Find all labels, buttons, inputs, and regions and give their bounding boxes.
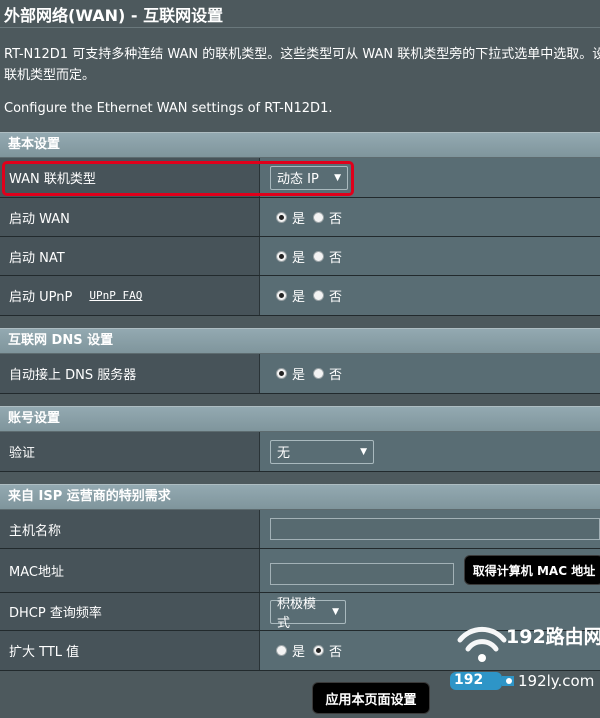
ttl-radios: 是 否 [270, 641, 342, 660]
mac-label: MAC地址 [0, 549, 260, 592]
description-line-1: RT-N12D1 可支持多种连结 WAN 的联机类型。这些类型可从 WAN 联机… [4, 47, 600, 62]
enable-nat-label: 启动 NAT [0, 237, 260, 275]
highlight-box [2, 161, 354, 196]
ttl-no-label: 否 [329, 645, 343, 660]
description-english: Configure the Ethernet WAN settings of R… [4, 101, 333, 116]
hostname-cell [260, 510, 600, 548]
auth-label: 验证 [0, 432, 260, 471]
enable-wan-radios: 是 否 [270, 208, 342, 227]
row-auth: 验证 无 ▼ [0, 432, 600, 472]
enable-wan-yes-label: 是 [292, 211, 306, 227]
enable-upnp-radios: 是 否 [270, 286, 342, 305]
auto-dns-cell: 是 否 [260, 354, 600, 393]
dhcp-select[interactable]: 积极模式 ▼ [270, 597, 346, 631]
enable-upnp-no-radio[interactable] [313, 290, 325, 301]
ttl-yes-radio[interactable] [276, 645, 287, 656]
apply-button[interactable]: 应用本页面设置 [312, 682, 430, 714]
chevron-down-icon: ▼ [360, 446, 367, 457]
get-mac-button[interactable]: 取得计算机 MAC 地址 [464, 555, 600, 585]
auto-dns-yes-radio[interactable] [276, 368, 287, 379]
hostname-input[interactable] [270, 518, 600, 540]
enable-upnp-yes-radio[interactable] [276, 290, 287, 301]
enable-upnp-label: 启动 UPnP [9, 290, 73, 305]
enable-wan-cell: 是 否 [260, 198, 600, 236]
watermark-badge: 192 [454, 672, 484, 688]
auto-dns-no-label: 否 [329, 368, 343, 383]
watermark-url: 192ly.com [518, 672, 595, 690]
enable-nat-no-radio[interactable] [313, 250, 325, 262]
row-mac: MAC地址 取得计算机 MAC 地址 [0, 549, 600, 593]
dhcp-value: 积极模式 [277, 596, 317, 631]
auth-value: 无 [277, 446, 291, 461]
enable-nat-cell: 是 否 [260, 237, 600, 275]
description-line-2: 联机类型而定。 [4, 68, 96, 83]
enable-nat-yes-label: 是 [292, 250, 306, 266]
row-enable-wan: 启动 WAN 是 否 [0, 198, 600, 237]
title-divider [0, 27, 600, 28]
row-hostname: 主机名称 [0, 510, 600, 549]
section-account-header: 账号设置 [0, 406, 600, 432]
ttl-yes-label: 是 [292, 645, 306, 660]
dhcp-label: DHCP 查询频率 [0, 593, 260, 630]
ttl-no-radio[interactable] [313, 645, 325, 656]
enable-wan-yes-radio[interactable] [276, 211, 287, 223]
section-isp-header: 来自 ISP 运营商的特别需求 [0, 484, 600, 510]
enable-upnp-yes-label: 是 [292, 290, 306, 305]
enable-wan-label: 启动 WAN [0, 198, 260, 236]
enable-wan-no-radio[interactable] [313, 211, 325, 223]
row-enable-upnp: 启动 UPnP UPnP FAQ 是 否 [0, 276, 600, 316]
auto-dns-radios: 是 否 [270, 364, 342, 383]
enable-wan-no-label: 否 [329, 211, 343, 227]
hostname-label: 主机名称 [0, 510, 260, 548]
upnp-faq-link[interactable]: UPnP FAQ [89, 289, 142, 302]
auto-dns-yes-label: 是 [292, 368, 306, 383]
enable-upnp-cell: 是 否 [260, 276, 600, 315]
section-dns-header: 互联网 DNS 设置 [0, 328, 600, 354]
watermark: 192路由网 192 192ly.com [446, 618, 600, 698]
enable-nat-radios: 是 否 [270, 247, 342, 266]
enable-upnp-label-cell: 启动 UPnP UPnP FAQ [0, 276, 260, 315]
enable-upnp-no-label: 否 [329, 290, 343, 305]
row-auto-dns: 自动接上 DNS 服务器 是 否 [0, 354, 600, 394]
ttl-label: 扩大 TTL 值 [0, 631, 260, 670]
auth-cell: 无 ▼ [260, 432, 600, 471]
row-enable-nat: 启动 NAT 是 否 [0, 237, 600, 276]
enable-nat-yes-radio[interactable] [276, 250, 287, 262]
enable-nat-no-label: 否 [329, 250, 343, 266]
section-basic-header: 基本设置 [0, 132, 600, 158]
chevron-down-icon: ▼ [332, 606, 339, 617]
watermark-brand: 192路由网 [506, 626, 600, 648]
auto-dns-no-radio[interactable] [313, 368, 325, 379]
auth-select[interactable]: 无 ▼ [270, 439, 374, 464]
description: RT-N12D1 可支持多种连结 WAN 的联机类型。这些类型可从 WAN 联机… [4, 44, 600, 86]
mac-cell: 取得计算机 MAC 地址 [260, 549, 600, 592]
page-title: 外部网络(WAN) - 互联网设置 [4, 6, 224, 25]
mac-input[interactable] [270, 562, 454, 585]
auto-dns-label: 自动接上 DNS 服务器 [0, 354, 260, 393]
